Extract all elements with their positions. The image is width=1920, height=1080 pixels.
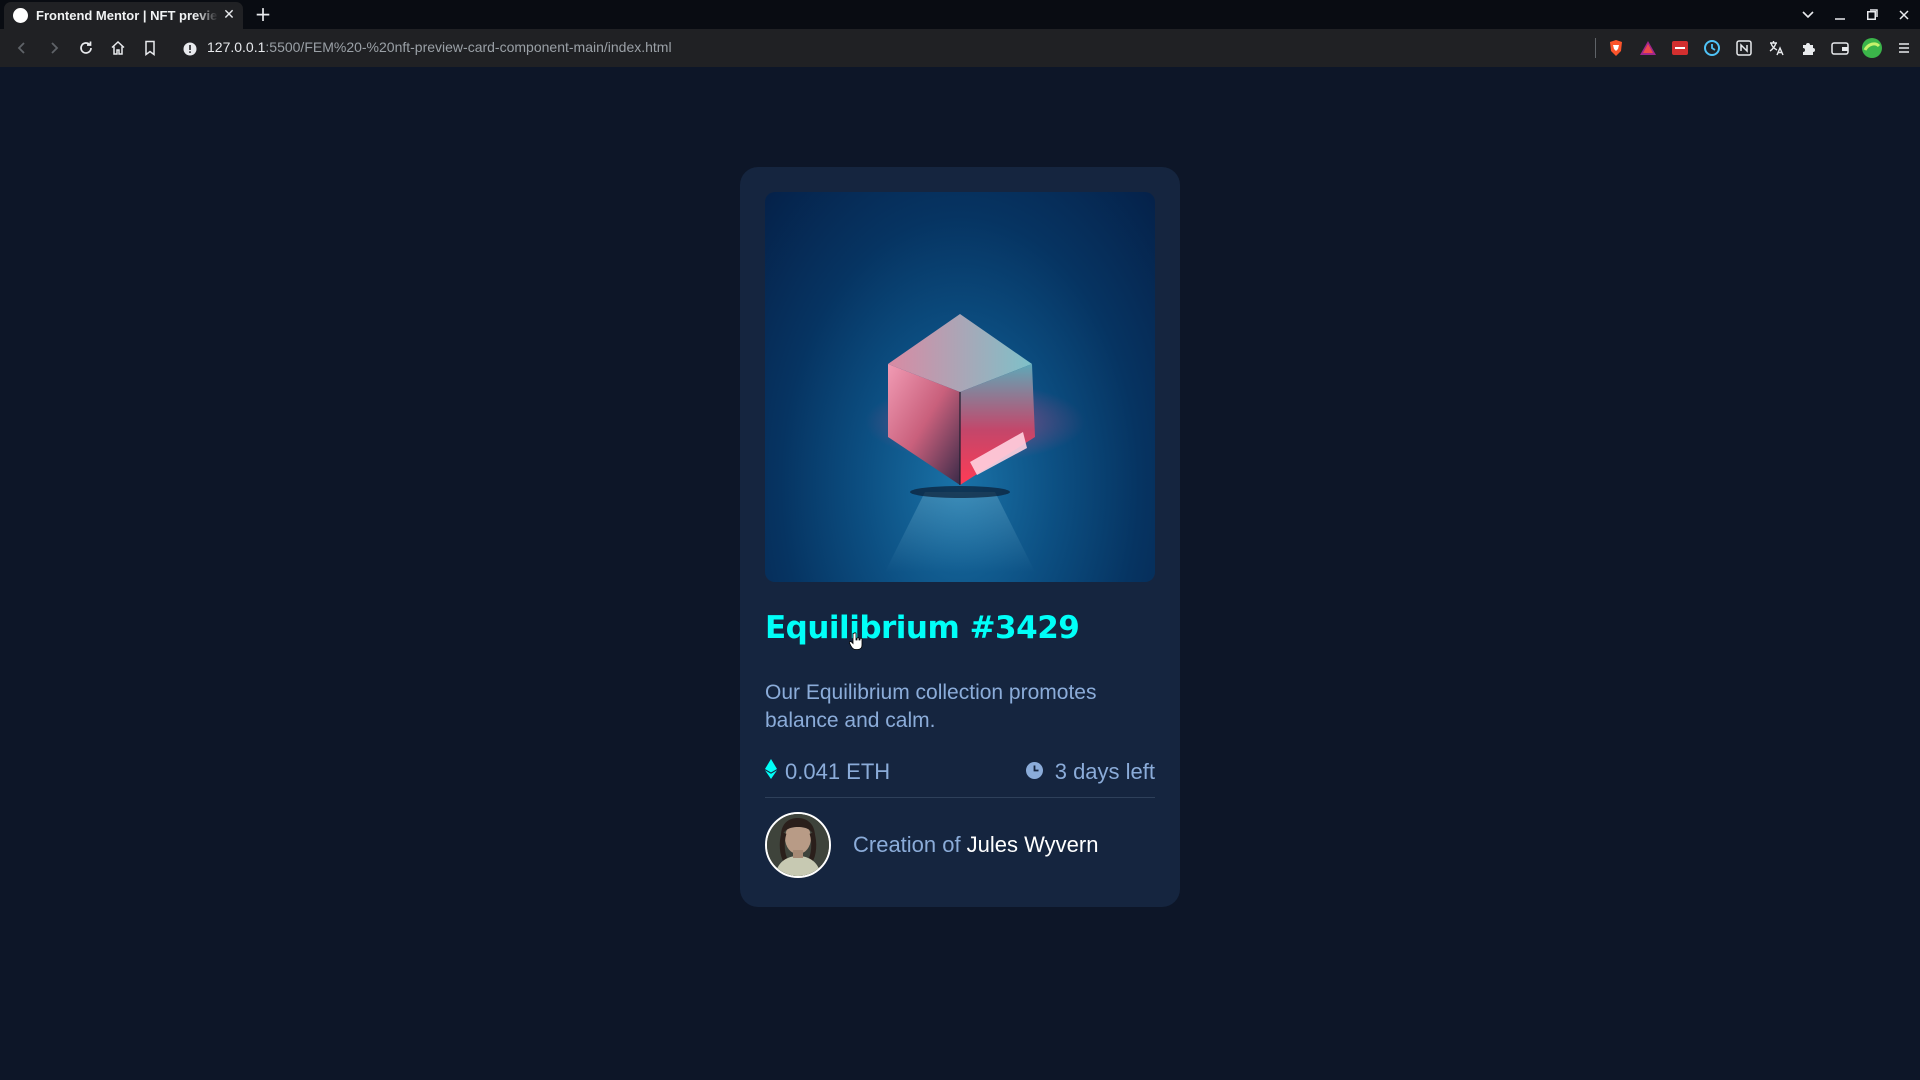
toolbar-separator — [1595, 38, 1596, 58]
menu-icon[interactable] — [1888, 36, 1920, 60]
nft-image[interactable] — [765, 192, 1155, 582]
price-value: 0.041 ETH — [785, 759, 891, 784]
minimize-button[interactable] — [1824, 0, 1856, 29]
browser-tab-strip: Frontend Mentor | NFT preview card compo… — [0, 0, 1920, 29]
page-body: Equilibrium #3429 Our Equilibrium collec… — [0, 67, 1920, 1080]
creator-avatar — [765, 812, 831, 878]
nft-description: Our Equilibrium collection promotes bala… — [765, 681, 1097, 732]
home-icon[interactable] — [106, 36, 130, 60]
extension-red-icon[interactable] — [1664, 36, 1696, 60]
favicon-icon — [13, 8, 28, 23]
url-path: :5500/FEM%20-%20nft-preview-card-compone… — [265, 39, 672, 55]
brave-rewards-icon[interactable] — [1632, 36, 1664, 60]
profile-avatar-icon[interactable] — [1856, 36, 1888, 60]
browser-tab-active[interactable]: Frontend Mentor | NFT preview card compo… — [4, 2, 243, 29]
extensions-puzzle-icon[interactable] — [1792, 36, 1824, 60]
address-bar[interactable]: 127.0.0.1:5500/FEM%20-%20nft-preview-car… — [207, 39, 672, 57]
nft-card: Equilibrium #3429 Our Equilibrium collec… — [740, 167, 1180, 907]
back-icon[interactable] — [10, 36, 34, 60]
brave-shields-icon[interactable] — [1600, 36, 1632, 60]
ethereum-icon — [765, 759, 777, 785]
close-window-button[interactable] — [1888, 0, 1920, 29]
window-controls — [1792, 0, 1920, 29]
creator-row: Creation of Jules Wyvern — [765, 811, 1155, 879]
nft-stats: 0.041 ETH 3 days left — [765, 759, 1155, 789]
bookmark-icon[interactable] — [138, 36, 162, 60]
card-divider — [765, 797, 1155, 798]
url-host: 127.0.0.1 — [207, 39, 266, 55]
time-left-value: 3 days left — [1054, 759, 1155, 784]
wallet-icon[interactable] — [1824, 36, 1856, 60]
nft-title[interactable]: Equilibrium #3429 — [765, 610, 1155, 646]
forward-icon[interactable] — [42, 36, 66, 60]
creator-credit: Creation of Jules Wyvern — [853, 832, 1098, 858]
tab-search-icon[interactable] — [1792, 0, 1824, 29]
reload-icon[interactable] — [74, 36, 98, 60]
mouse-cursor-icon — [849, 632, 865, 650]
creator-prefix: Creation of — [853, 832, 961, 857]
extensions-bar — [1595, 36, 1920, 60]
clock-icon — [1025, 759, 1043, 785]
price-stat: 0.041 ETH — [765, 759, 890, 785]
new-tab-button[interactable]: + — [252, 3, 274, 25]
creator-name-link[interactable]: Jules Wyvern — [967, 832, 1099, 857]
close-tab-icon[interactable]: ✕ — [221, 7, 237, 23]
notion-icon[interactable] — [1728, 36, 1760, 60]
restore-button[interactable] — [1856, 0, 1888, 29]
time-stat: 3 days left — [1025, 759, 1155, 785]
site-info-icon[interactable] — [183, 41, 197, 56]
translate-icon[interactable] — [1760, 36, 1792, 60]
tab-title: Frontend Mentor | NFT preview card compo… — [36, 8, 218, 23]
extension-clock-icon[interactable] — [1696, 36, 1728, 60]
